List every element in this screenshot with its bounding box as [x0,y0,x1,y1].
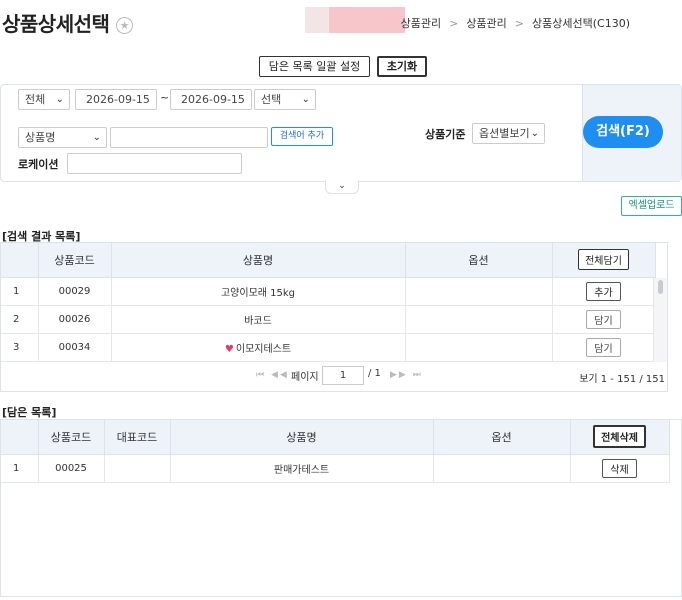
add-button[interactable]: 추가 [586,281,621,301]
product-basis-label: 상품기준 [425,128,466,141]
type-select-value: 선택 [261,93,282,106]
heart-icon: ♥ [224,343,234,355]
column-header-name[interactable]: 상품명 [111,243,406,278]
search-button[interactable]: 검색(F2) [583,116,663,148]
column-header-code[interactable]: 상품코드 [38,243,112,278]
product-basis-value: 옵션별보기 [479,127,530,140]
total-pages: / 1 [368,368,381,379]
product-option [405,333,553,362]
reset-button[interactable]: 초기화 [377,56,427,77]
scrollbar-thumb[interactable] [658,280,663,294]
chevron-down-icon: ⌄ [301,94,310,105]
breadcrumb-item: 상품상세선택(C130) [532,17,630,30]
location-label: 로케이션 [18,158,59,171]
product-code: 00025 [38,454,105,483]
product-basis-select[interactable]: 옵션별보기 ⌄ [472,123,545,144]
bulk-set-button[interactable]: 담은 목록 일괄 설정 [259,56,370,77]
column-header-no [1,243,39,278]
delete-button[interactable]: 삭제 [602,458,637,478]
product-code: 00029 [38,277,112,306]
results-grid: 상품코드 상품명 옵션 전체담기 1 00029 고양이모래 15kg 추가 2… [0,242,668,364]
column-header-action: 전체삭제 [570,420,670,455]
location-input[interactable] [67,153,242,174]
field-select[interactable]: 상품명 ⌄ [18,127,107,148]
column-header-rep-code[interactable]: 대표코드 [104,420,171,455]
column-header-no [1,420,39,455]
excel-upload-button[interactable]: 엑셀업로드 [621,196,682,216]
delete-all-button[interactable]: 전체삭제 [593,425,646,449]
row-number: 2 [1,305,39,334]
representative-code [104,454,171,483]
product-code: 00026 [38,305,112,334]
type-select[interactable]: 선택 ⌄ [254,89,316,110]
table-row[interactable]: 2 00026 바코드 담기 [1,305,656,334]
breadcrumb-item[interactable]: 상품관리 [466,17,506,30]
row-number: 1 [1,277,39,306]
first-page-icon[interactable]: ⏮ ◀◀ [256,370,289,380]
breadcrumb-item[interactable]: 상품관리 [401,17,441,30]
results-scrollbar[interactable] [653,278,667,363]
scope-select[interactable]: 전체 ⌄ [18,89,70,110]
add-all-button[interactable]: 전체담기 [578,249,629,271]
product-name: 판매가테스트 [170,454,434,483]
chevron-down-icon: ⌄ [530,128,539,139]
chevron-right-icon: > [449,17,459,30]
product-option [433,454,571,483]
column-header-option[interactable]: 옵션 [405,243,553,278]
add-search-term-button[interactable]: 검색어 추가 [271,127,333,146]
chevron-down-icon: ⌄ [92,132,101,143]
product-name: 고양이모래 15kg [111,277,406,306]
column-header-name[interactable]: 상품명 [170,420,434,455]
chevron-down-icon: ⌄ [55,94,64,105]
product-name-cell: ♥ 이모지테스트 [111,333,406,362]
field-select-value: 상품명 [25,131,56,144]
column-header-action: 전체담기 [552,243,656,278]
selected-header-row: 상품코드 대표코드 상품명 옵션 전체삭제 [1,420,670,455]
star-icon[interactable]: ★ [116,17,133,34]
row-action-cell: 삭제 [570,454,670,483]
breadcrumb-decoration [305,7,329,33]
selected-grid: 상품코드 대표코드 상품명 옵션 전체삭제 1 00025 판매가테스트 삭제 [0,419,682,597]
row-action-cell: 담기 [552,305,656,334]
chevron-down-icon[interactable]: ⌄ [325,180,359,194]
table-row[interactable]: 1 00025 판매가테스트 삭제 [1,454,670,483]
table-row[interactable]: 3 00034 ♥ 이모지테스트 담기 [1,333,656,362]
results-pager: ⏮ ◀◀ 페이지 1 / 1 ▶▶ ⏭ 보기 1 - 151 / 151 [0,362,668,392]
put-button[interactable]: 담기 [586,337,621,357]
breadcrumb: 상품관리 > 상품관리 > 상품상세선택(C130) [401,15,630,31]
last-page-icon[interactable]: ▶▶ ⏭ [390,370,423,380]
product-name: 이모지테스트 [235,343,292,355]
row-number: 3 [1,333,39,362]
put-button[interactable]: 담기 [586,309,621,329]
row-number: 1 [1,454,39,483]
date-to-input[interactable]: 2026-09-15 [170,89,252,110]
scope-select-value: 전체 [25,93,46,106]
page-number-input[interactable]: 1 [322,366,364,385]
breadcrumb-decoration [329,7,405,33]
range-text: 보기 1 - 151 / 151 [579,374,665,385]
column-header-code[interactable]: 상품코드 [38,420,105,455]
date-from-input[interactable]: 2026-09-15 [75,89,157,110]
page-label: 페이지 [291,372,319,383]
page-title: 상품상세선택 [2,12,110,36]
selected-section-title: [담은 목록] [2,406,57,419]
results-header-row: 상품코드 상품명 옵션 전체담기 [1,243,656,278]
product-code: 00034 [38,333,112,362]
product-option [405,277,553,306]
column-header-option[interactable]: 옵션 [433,420,571,455]
row-action-cell: 추가 [552,277,656,306]
product-option [405,305,553,334]
table-row[interactable]: 1 00029 고양이모래 15kg 추가 [1,277,656,306]
keyword-input[interactable] [110,127,268,148]
date-range-separator: ~ [160,91,170,104]
product-name: 바코드 [111,305,406,334]
chevron-right-icon: > [514,17,525,30]
row-action-cell: 담기 [552,333,656,362]
